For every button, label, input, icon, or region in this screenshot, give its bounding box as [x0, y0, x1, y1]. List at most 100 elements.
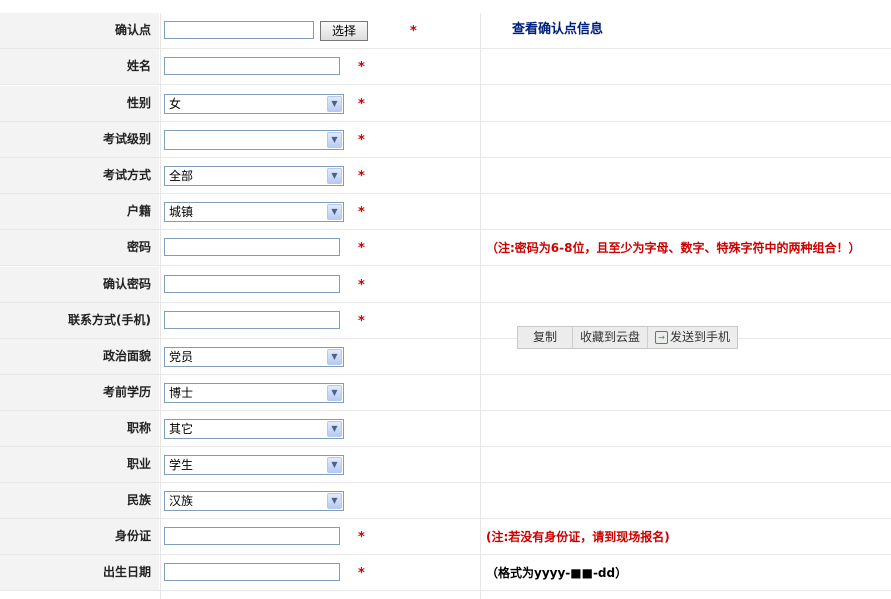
- note-cell: [481, 375, 891, 410]
- field-label: 职业: [0, 447, 159, 482]
- form-row: 确认点 选择 * 查看确认点信息: [0, 13, 891, 49]
- field-label: 性别: [0, 86, 159, 121]
- chevron-down-icon[interactable]: ▼: [327, 457, 342, 473]
- note-cell: [481, 49, 891, 84]
- chevron-down-icon[interactable]: ▼: [327, 349, 342, 365]
- required-asterisk: *: [358, 97, 365, 112]
- form-row: 姓名 *: [0, 49, 891, 85]
- row-divider: [0, 84, 891, 85]
- select-value: 其它: [169, 422, 194, 436]
- required-asterisk: *: [358, 205, 365, 220]
- field-cell: 全部 ▼ *: [161, 158, 479, 193]
- text-input[interactable]: [164, 238, 340, 256]
- select-value: 博士: [169, 386, 194, 400]
- field-label: 身份证: [0, 519, 159, 554]
- select-value: 汉族: [169, 494, 194, 508]
- select-dropdown[interactable]: ▼: [164, 130, 344, 150]
- note-cell: [481, 447, 891, 482]
- copy-menu-item[interactable]: 复制: [518, 327, 573, 348]
- select-dropdown[interactable]: 女 ▼: [164, 94, 344, 114]
- field-cell: 选择 *: [161, 13, 479, 48]
- field-cell: *: [161, 519, 479, 554]
- select-dropdown[interactable]: 学生 ▼: [164, 455, 344, 475]
- view-confirm-point-link[interactable]: 查看确认点信息: [512, 23, 603, 37]
- chevron-down-icon[interactable]: ▼: [327, 385, 342, 401]
- row-divider: [0, 265, 891, 266]
- required-asterisk: *: [358, 530, 365, 545]
- send-to-phone-icon: →: [655, 331, 669, 344]
- chevron-down-icon[interactable]: ▼: [327, 493, 342, 509]
- field-cell: 其它 ▼: [161, 411, 479, 446]
- note-cell: [481, 267, 891, 302]
- text-input[interactable]: [164, 275, 340, 293]
- select-dropdown[interactable]: 城镇 ▼: [164, 202, 344, 222]
- chevron-down-icon[interactable]: ▼: [327, 204, 342, 220]
- note-cell: （注:密码为6-8位，且至少为字母、数字、特殊字符中的两种组合！）: [481, 230, 891, 265]
- note-cell: [481, 411, 891, 446]
- note-cell: （格式为yyyy-■■-dd）: [481, 555, 891, 590]
- form-row: 户籍 城镇 ▼ *: [0, 194, 891, 230]
- field-cell: 城镇 ▼ *: [161, 194, 479, 229]
- note-cell: [481, 86, 891, 121]
- select-dropdown[interactable]: 全部 ▼: [164, 166, 344, 186]
- text-input[interactable]: [164, 563, 340, 581]
- chevron-down-icon[interactable]: ▼: [327, 421, 342, 437]
- chevron-down-icon[interactable]: ▼: [327, 96, 342, 112]
- form-row: 密码 * （注:密码为6-8位，且至少为字母、数字、特殊字符中的两种组合！）: [0, 230, 891, 266]
- field-cell: ▼ *: [161, 122, 479, 157]
- field-label: 户籍: [0, 194, 159, 229]
- chevron-down-icon[interactable]: ▼: [327, 132, 342, 148]
- required-asterisk: *: [358, 314, 365, 329]
- select-value: 学生: [169, 458, 194, 472]
- field-label: 联系方式(手机): [0, 303, 159, 338]
- text-input[interactable]: [164, 311, 340, 329]
- form-row: 身份证 * (注:若没有身份证，请到现场报名): [0, 519, 891, 555]
- text-input[interactable]: [164, 57, 340, 75]
- send-to-phone-menu-item[interactable]: → 发送到手机: [648, 327, 737, 348]
- field-cell: 女 ▼ *: [161, 86, 479, 121]
- field-label: 民族: [0, 483, 159, 518]
- field-cell: *: [161, 267, 479, 302]
- form-row: 联系方式(手机) *: [0, 303, 891, 339]
- field-label: 密码: [0, 230, 159, 265]
- select-value: 党员: [169, 350, 194, 364]
- field-label: 确认点: [0, 13, 159, 48]
- column-divider: [480, 13, 481, 599]
- form-row: 考试级别 ▼ *: [0, 122, 891, 158]
- select-dropdown[interactable]: 党员 ▼: [164, 347, 344, 367]
- field-note: （注:密码为6-8位，且至少为字母、数字、特殊字符中的两种组合！）: [486, 241, 861, 255]
- text-input[interactable]: [164, 21, 314, 39]
- field-cell: *: [161, 555, 479, 590]
- field-label: 出生日期: [0, 555, 159, 590]
- send-to-phone-label: 发送到手机: [670, 330, 731, 344]
- required-asterisk: *: [358, 133, 365, 148]
- form-row: 职业 学生 ▼: [0, 447, 891, 483]
- field-label: 考试级别: [0, 122, 159, 157]
- text-input[interactable]: [164, 527, 340, 545]
- field-cell: *: [161, 303, 479, 338]
- field-cell: *: [161, 230, 479, 265]
- required-asterisk: *: [358, 60, 365, 75]
- field-label: 姓名: [0, 49, 159, 84]
- select-button[interactable]: 选择: [320, 21, 368, 41]
- select-value: 城镇: [169, 205, 194, 219]
- form-row: 确认密码 *: [0, 267, 891, 303]
- field-cell: 汉族 ▼: [161, 483, 479, 518]
- select-dropdown[interactable]: 汉族 ▼: [164, 491, 344, 511]
- field-label: 政治面貌: [0, 339, 159, 374]
- select-dropdown[interactable]: 其它 ▼: [164, 419, 344, 439]
- field-label: 职称: [0, 411, 159, 446]
- note-cell: [481, 194, 891, 229]
- field-cell: 博士 ▼: [161, 375, 479, 410]
- note-cell: 查看确认点信息: [481, 13, 891, 48]
- select-value: 全部: [169, 169, 194, 183]
- chevron-down-icon[interactable]: ▼: [327, 168, 342, 184]
- select-dropdown[interactable]: 博士 ▼: [164, 383, 344, 403]
- required-asterisk: *: [358, 566, 365, 581]
- save-to-cloud-menu-item[interactable]: 收藏到云盘: [573, 327, 649, 348]
- row-divider: [0, 590, 891, 591]
- form-row: 性别女 ▼ *: [0, 86, 891, 122]
- required-asterisk: *: [358, 241, 365, 256]
- field-note: (注:若没有身份证，请到现场报名): [486, 530, 670, 544]
- field-label: 考试方式: [0, 158, 159, 193]
